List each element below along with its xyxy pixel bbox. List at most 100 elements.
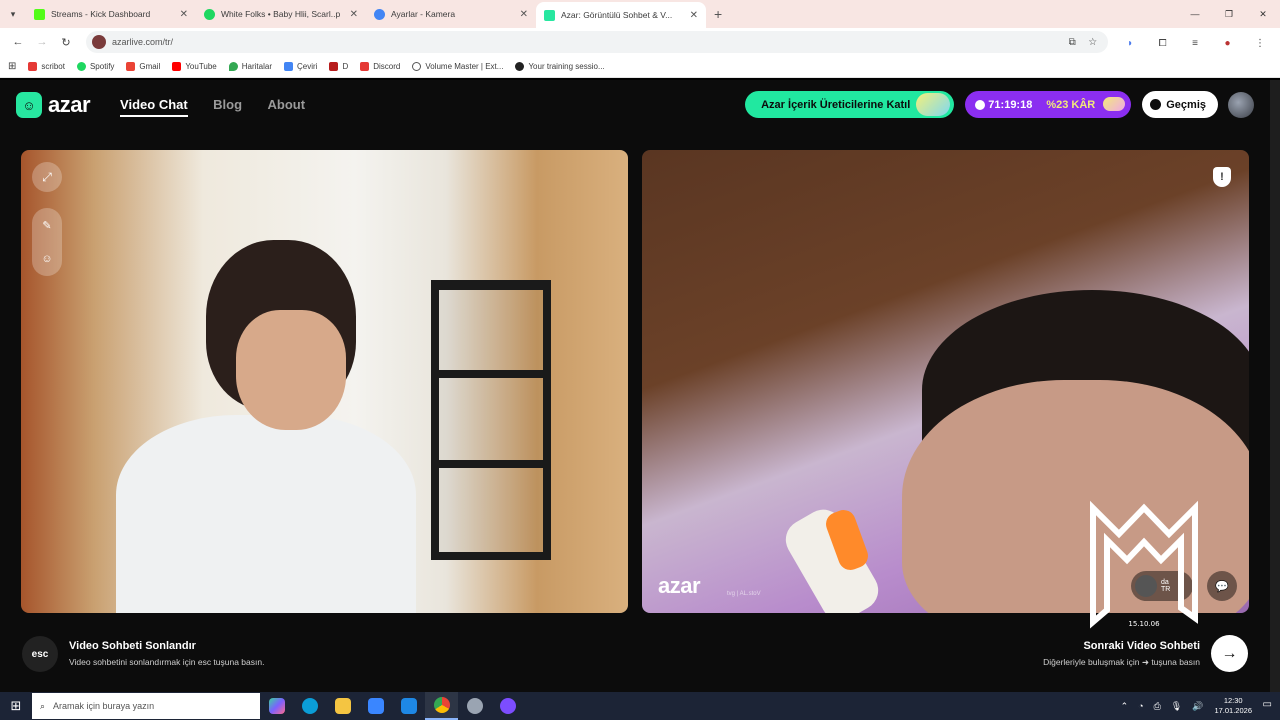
bookmark-item[interactable]: Haritalar <box>228 62 272 71</box>
nav-blog[interactable]: Blog <box>213 97 242 112</box>
azar-logo-icon: ☺ <box>16 92 42 118</box>
bookmark-label: YouTube <box>185 62 217 71</box>
bookmark-item[interactable]: D <box>329 62 348 71</box>
esc-button[interactable]: esc <box>22 636 58 672</box>
azar-logo[interactable]: ☺ azar <box>16 92 91 118</box>
volume-icon[interactable]: 🔊 <box>1192 701 1203 712</box>
taskbar-search[interactable]: ⌕ Aramak için buraya yazın <box>32 693 260 719</box>
close-icon[interactable]: ✕ <box>350 9 358 20</box>
copilot-icon[interactable] <box>260 692 293 720</box>
chrome-icon[interactable] <box>425 692 458 720</box>
store-icon[interactable] <box>359 692 392 720</box>
history-icon <box>1150 99 1162 110</box>
bookmark-label: Your training sessio... <box>528 62 605 71</box>
page-scrollbar[interactable] <box>1270 80 1280 692</box>
windows-start-icon[interactable]: ⊞ <box>0 692 32 720</box>
extensions-area: ◗ ⧠ ≡ ● ⋮ <box>1116 33 1274 51</box>
extensions-puzzle-icon[interactable]: ⧠ <box>1149 38 1177 49</box>
maximize-button[interactable]: ❐ <box>1212 0 1246 28</box>
bookmark-label: Çeviri <box>296 62 318 71</box>
site-header: ☺ azar Video Chat Blog About Azar İçerik… <box>0 80 1270 130</box>
bookmark-item[interactable]: scribot <box>28 62 65 71</box>
creator-promo-button[interactable]: Azar İçerik Üreticilerine Katıl <box>745 91 955 118</box>
bookmark-item[interactable]: Spotify <box>76 62 114 71</box>
nav-video-chat[interactable]: Video Chat <box>120 97 188 117</box>
network-icon[interactable]: ◔ <box>1138 701 1143 711</box>
notification-icon[interactable]: ▭ <box>1263 699 1272 710</box>
kebab-menu-icon[interactable]: ⋮ <box>1246 38 1274 49</box>
avatar[interactable] <box>1228 91 1254 118</box>
back-button[interactable]: ← <box>6 30 30 54</box>
gear-icon <box>374 8 385 20</box>
bookmark-item[interactable]: Volume Master | Ext... <box>412 62 503 71</box>
expand-icon[interactable]: ⤢ <box>32 162 62 192</box>
bookmark-item[interactable]: Çeviri <box>283 62 318 71</box>
file-explorer-icon[interactable] <box>326 692 359 720</box>
spotify-icon <box>76 62 86 71</box>
gmail-icon <box>126 62 136 71</box>
logo-text: azar <box>48 92 91 117</box>
chevron-up-icon[interactable]: ⌃ <box>1121 701 1129 712</box>
clock-time: 12:30 <box>1223 696 1243 705</box>
new-tab-button[interactable]: + <box>714 6 722 22</box>
profile-icon[interactable]: ● <box>1214 38 1242 49</box>
tab-title: Streams - Kick Dashboard <box>51 9 151 19</box>
magic-wand-icon[interactable]: ✎ <box>42 219 51 232</box>
tab-kick[interactable]: Streams - Kick Dashboard ✕ <box>26 0 196 28</box>
forward-button[interactable]: → <box>30 30 54 54</box>
obs-icon[interactable] <box>491 692 524 720</box>
azar-icon <box>544 9 555 21</box>
tab-settings[interactable]: Ayarlar - Kamera ✕ <box>366 0 536 28</box>
reload-button[interactable]: ↻ <box>54 30 78 54</box>
microphone-icon[interactable]: 🎙 <box>1171 701 1182 712</box>
taskbar-clock[interactable]: 12:30 17.01.2026 <box>1214 696 1252 716</box>
next-chat-title: Sonraki Video Sohbeti <box>1083 640 1200 652</box>
next-arrow-button[interactable]: → <box>1211 635 1248 672</box>
close-window-button[interactable]: ✕ <box>1246 0 1280 28</box>
chat-bubble-icon[interactable]: 💬 <box>1207 571 1237 601</box>
close-icon[interactable]: ✕ <box>690 10 698 21</box>
bookmark-item[interactable]: YouTube <box>172 62 217 71</box>
edge-icon[interactable] <box>293 692 326 720</box>
system-tray: ⌃ ◔ ⎙ 🎙 🔊 12:30 17.01.2026 <box>1116 692 1252 720</box>
kick-icon <box>34 8 45 20</box>
search-icon: ⌕ <box>40 700 46 711</box>
face-filter-icon[interactable]: ☺ <box>41 253 52 265</box>
nav-about[interactable]: About <box>268 97 306 112</box>
main-nav: Video Chat Blog About <box>120 96 326 117</box>
report-shield-icon[interactable]: ! <box>1213 167 1231 187</box>
tab-spotify[interactable]: White Folks • Baby Hlii, Scarl..p ✕ <box>196 0 366 28</box>
video-tools: ✎ ☺ <box>32 208 62 276</box>
extension-icon[interactable]: ◗ <box>1116 38 1144 49</box>
bookmark-item[interactable]: Your training sessio... <box>515 62 605 71</box>
search-placeholder: Aramak için buraya yazın <box>53 701 155 711</box>
bookmark-item[interactable]: Discord <box>360 62 400 71</box>
close-icon[interactable]: ✕ <box>180 9 188 20</box>
usb-icon[interactable]: ⎙ <box>1154 701 1161 712</box>
bookmarks-bar: ⊞ scribot Spotify Gmail YouTube Haritala… <box>0 56 1280 78</box>
url-field[interactable]: azarlive.com/tr/ ⧉ ☆ <box>86 31 1109 53</box>
minimize-button[interactable]: — <box>1178 0 1212 28</box>
bookmark-item[interactable]: Gmail <box>126 62 160 71</box>
browser-tab-bar: ▾ Streams - Kick Dashboard ✕ White Folks… <box>0 0 1280 28</box>
apps-grid-icon[interactable]: ⊞ <box>8 61 16 72</box>
bookmark-star-icon[interactable]: ☆ <box>1088 37 1097 48</box>
discord-icon <box>360 62 370 71</box>
history-button[interactable]: Geçmiş <box>1142 91 1218 118</box>
bookmark-favicon <box>329 62 339 71</box>
reading-list-icon[interactable]: ≡ <box>1181 38 1209 49</box>
tab-title: White Folks • Baby Hlii, Scarl..p <box>221 9 341 19</box>
offer-button[interactable]: 71:19:18 %23 KÂR <box>965 91 1132 118</box>
volume-icon <box>412 62 422 71</box>
close-icon[interactable]: ✕ <box>520 9 528 20</box>
clock-date: 17.01.2026 <box>1214 706 1252 715</box>
bookmark-label: D <box>342 62 349 71</box>
site-info-icon[interactable] <box>92 35 106 49</box>
install-app-icon[interactable]: ⧉ <box>1069 37 1076 48</box>
steam-icon[interactable] <box>458 692 491 720</box>
tab-azar[interactable]: Azar: Görüntülü Sohbet & V... ✕ <box>536 2 706 28</box>
tab-search-icon[interactable]: ▾ <box>0 0 26 28</box>
mail-icon[interactable] <box>392 692 425 720</box>
bookmark-favicon <box>515 62 525 71</box>
background-shelf <box>431 280 551 560</box>
